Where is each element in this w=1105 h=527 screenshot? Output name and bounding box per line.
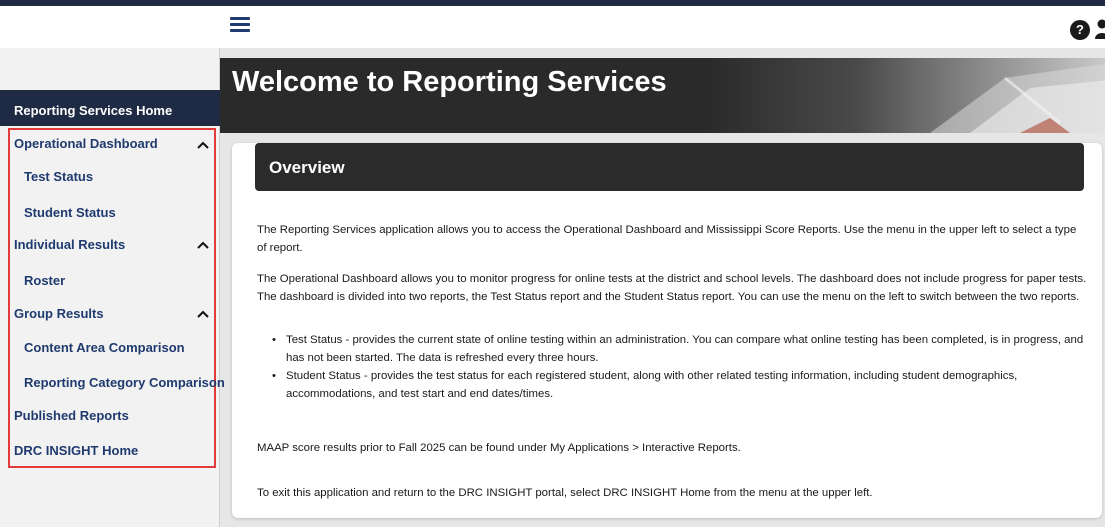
- bullet-student-status: Student Status - provides the test statu…: [272, 367, 1088, 403]
- user-icon[interactable]: [1095, 18, 1105, 40]
- sidebar-group-individual-results[interactable]: Individual Results: [14, 237, 125, 252]
- top-bar: [0, 0, 1105, 48]
- sidebar-item-drc-insight-home[interactable]: DRC INSIGHT Home: [14, 443, 138, 458]
- chevron-up-icon[interactable]: [197, 141, 209, 149]
- overview-card: Overview The Reporting Services applicat…: [232, 143, 1102, 518]
- sidebar-item-reporting-category-comparison[interactable]: Reporting Category Comparison: [24, 375, 225, 390]
- sidebar-item-published-reports[interactable]: Published Reports: [14, 408, 129, 423]
- page-title: Welcome to Reporting Services: [232, 66, 667, 98]
- chevron-up-icon[interactable]: [197, 310, 209, 318]
- chevron-up-icon[interactable]: [197, 241, 209, 249]
- hamburger-menu-icon[interactable]: [230, 17, 250, 33]
- overview-paragraph-1: The Reporting Services application allow…: [257, 224, 1077, 254]
- welcome-banner: Welcome to Reporting Services: [220, 58, 1105, 133]
- overview-heading: Overview: [255, 143, 1084, 191]
- overview-paragraph-2: The Operational Dashboard allows you to …: [257, 273, 1087, 303]
- sidebar-item-content-area-comparison[interactable]: Content Area Comparison: [24, 340, 185, 355]
- sidebar-item-test-status[interactable]: Test Status: [24, 169, 93, 184]
- help-icon[interactable]: ?: [1070, 20, 1090, 40]
- overview-paragraph-3: MAAP score results prior to Fall 2025 ca…: [257, 442, 741, 454]
- sidebar-item-student-status[interactable]: Student Status: [24, 205, 116, 220]
- sidebar-item-roster[interactable]: Roster: [24, 273, 65, 288]
- sidebar-group-group-results[interactable]: Group Results: [14, 306, 104, 321]
- overview-bullet-list: Test Status - provides the current state…: [272, 331, 1088, 403]
- sidebar-group-operational-dashboard[interactable]: Operational Dashboard: [14, 136, 158, 151]
- banner-photo: [930, 63, 1105, 133]
- overview-paragraph-4: To exit this application and return to t…: [257, 487, 873, 499]
- bullet-test-status: Test Status - provides the current state…: [272, 331, 1088, 367]
- sidebar-home-link[interactable]: Reporting Services Home: [0, 90, 220, 126]
